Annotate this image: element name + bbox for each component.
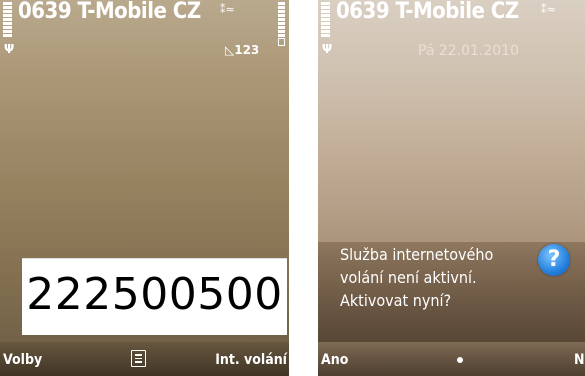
dialed-number-field[interactable]: 222500500 <box>22 258 287 335</box>
battery-icon <box>278 2 285 47</box>
phone-screen-dialer: 0639 T-Mobile CZ ⁑≈ Ψ ◺123 222500500 Vol… <box>0 0 289 376</box>
center-select-dot-icon[interactable] <box>457 357 463 363</box>
antenna-icon: Ψ <box>322 42 333 56</box>
message-indicator: ◺123 <box>225 43 260 57</box>
signal-strength-icon <box>321 2 330 38</box>
operator-name: 0639 T-Mobile CZ <box>336 0 519 24</box>
antenna-icon: Ψ <box>4 42 15 56</box>
softkey-yes[interactable]: Ano <box>321 352 348 368</box>
bluetooth-icon: ⁑≈ <box>541 3 556 16</box>
bluetooth-icon: ⁑≈ <box>220 3 235 16</box>
softkey-bar <box>318 342 585 376</box>
softkey-internet-call[interactable]: Int. volání <box>215 352 287 368</box>
phone-screen-dialog: 0639 T-Mobile CZ ⁑≈ Ψ Pá 22.01.2010 Služ… <box>318 0 585 376</box>
softkey-no[interactable]: N <box>574 352 585 368</box>
softkey-options[interactable]: Volby <box>3 352 42 368</box>
date-display: Pá 22.01.2010 <box>418 43 520 59</box>
dialed-number: 222500500 <box>26 269 283 320</box>
menu-icon[interactable] <box>131 350 146 367</box>
operator-name: 0639 T-Mobile CZ <box>18 0 201 24</box>
dialog-line: Aktivovat nyní? <box>340 291 452 310</box>
dialog-line: volání není aktivní. <box>340 268 477 287</box>
signal-strength-icon <box>3 2 12 38</box>
question-icon: ? <box>538 244 570 276</box>
dialog-message: Služba internetového volání není aktivní… <box>340 243 493 312</box>
dialog-line: Služba internetového <box>340 245 494 264</box>
